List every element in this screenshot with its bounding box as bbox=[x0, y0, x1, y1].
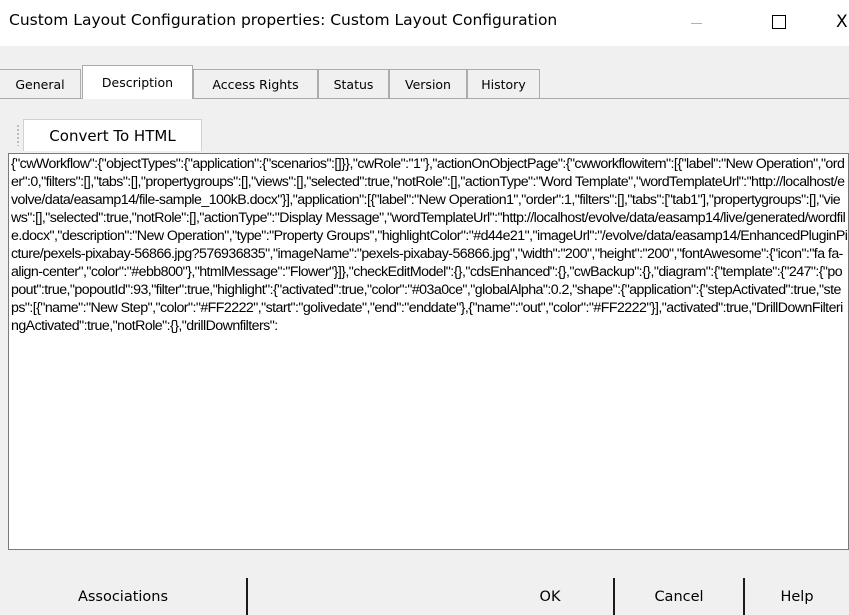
close-button[interactable]: X bbox=[830, 8, 849, 38]
tab-label: Access Rights bbox=[212, 76, 299, 92]
minimize-icon bbox=[691, 23, 702, 24]
maximize-icon bbox=[772, 15, 786, 29]
tab-label: Version bbox=[405, 76, 451, 92]
tab-access-rights[interactable]: Access Rights bbox=[193, 69, 318, 98]
tab-label: Description bbox=[101, 75, 174, 90]
cancel-label: Cancel bbox=[654, 588, 704, 605]
tab-label: History bbox=[481, 76, 526, 92]
minimize-button[interactable] bbox=[674, 8, 720, 38]
toolbar-grip-icon[interactable] bbox=[17, 124, 19, 146]
footer-separator bbox=[246, 578, 248, 615]
tab-status[interactable]: Status bbox=[318, 69, 389, 98]
close-icon: X bbox=[836, 12, 848, 32]
title-bar: Custom Layout Configuration properties: … bbox=[0, 0, 849, 46]
help-button[interactable]: Help bbox=[745, 578, 849, 615]
ok-label: OK bbox=[539, 588, 561, 605]
window-title: Custom Layout Configuration properties: … bbox=[9, 11, 558, 29]
tab-history[interactable]: History bbox=[467, 69, 540, 98]
tab-description[interactable]: Description bbox=[82, 65, 193, 99]
ok-button[interactable]: OK bbox=[487, 578, 613, 615]
tab-version[interactable]: Version bbox=[389, 69, 467, 98]
cancel-button[interactable]: Cancel bbox=[615, 578, 743, 615]
associations-button[interactable]: Associations bbox=[0, 578, 246, 615]
tab-label: General bbox=[15, 76, 65, 92]
tab-general[interactable]: General bbox=[0, 69, 81, 98]
dialog-footer: Associations OK Cancel Help bbox=[0, 570, 849, 615]
convert-to-html-button[interactable]: Convert To HTML bbox=[23, 119, 202, 151]
description-text-area[interactable]: {"cwWorkflow":{"objectTypes":{"applicati… bbox=[8, 153, 849, 550]
maximize-button[interactable] bbox=[758, 8, 804, 38]
help-label: Help bbox=[780, 588, 814, 605]
description-panel: Convert To HTML {"cwWorkflow":{"objectTy… bbox=[0, 99, 849, 570]
tab-strip: General Description Access Rights Status… bbox=[0, 65, 849, 99]
tab-label: Status bbox=[333, 76, 374, 92]
associations-label: Associations bbox=[77, 588, 169, 605]
convert-to-html-label: Convert To HTML bbox=[49, 126, 176, 145]
